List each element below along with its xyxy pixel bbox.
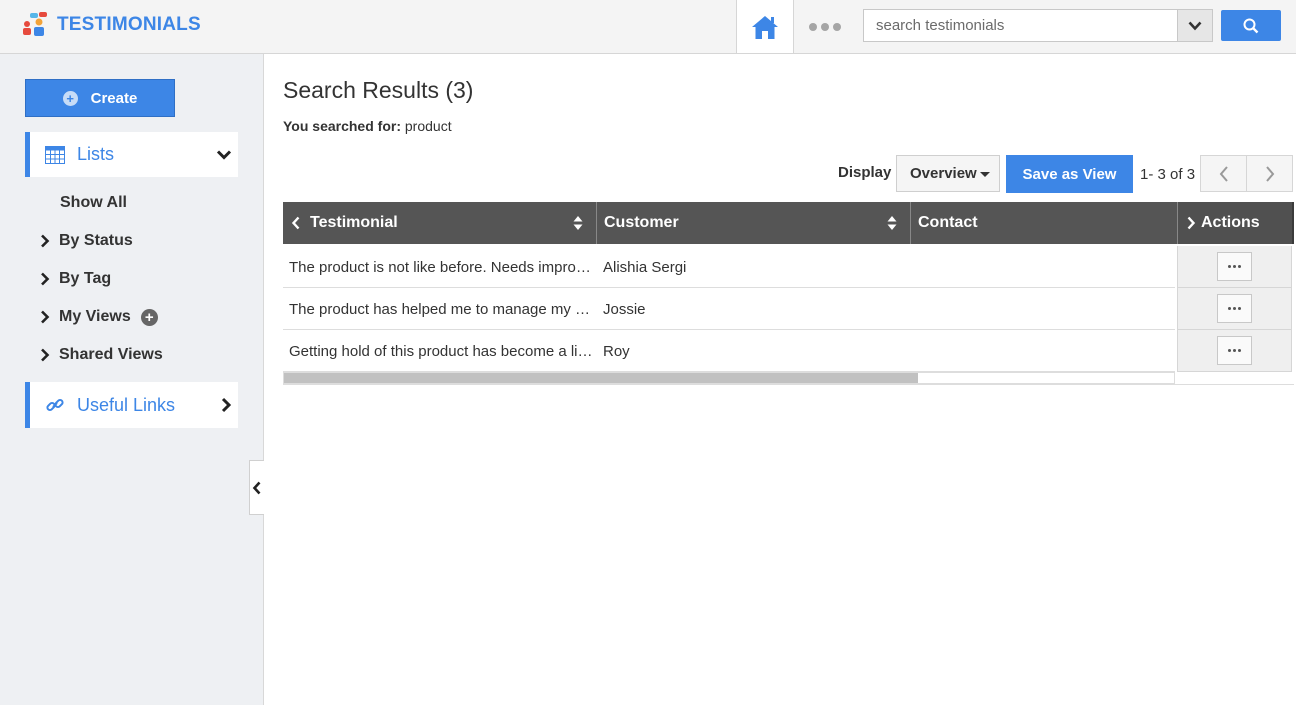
customer-cell: Jossie [603,301,646,318]
brand[interactable]: TESTIMONIALS [22,12,201,38]
display-label: Display [838,164,892,181]
chevron-left-icon [291,216,300,230]
save-as-view-button[interactable]: Save as View [1006,155,1133,193]
horizontal-scrollbar[interactable] [283,372,1175,384]
search-box [863,9,1213,42]
pagination-text: 1- 3 of 3 [1140,166,1196,183]
customer-cell: Roy [603,343,630,360]
search-input[interactable] [864,10,1178,41]
useful-links-panel[interactable]: Useful Links [25,382,238,428]
chevron-right-icon [41,348,50,362]
create-button[interactable]: + Create [25,79,175,117]
chevron-right-icon [221,397,232,413]
search-query-summary: You searched for: product [283,118,452,134]
lists-label: Lists [77,144,115,164]
actions-cell [1177,288,1292,330]
search-dropdown-button[interactable] [1177,10,1212,41]
contact-cell [917,246,1167,288]
more-options-icon[interactable] [809,18,841,36]
sidebar: + Create Lists Show All By Status By Tag… [0,54,264,705]
sidebar-item-shared-views[interactable]: Shared Views [40,346,163,364]
testimonial-cell[interactable]: The product is not like before. Needs im… [289,246,593,288]
contact-cell [917,330,1167,372]
next-page-button[interactable] [1246,155,1293,192]
row-actions-button[interactable] [1217,336,1252,365]
sidebar-item-my-views[interactable]: My Views + [40,308,158,326]
contact-cell [917,288,1167,330]
column-header-customer[interactable]: Customer [597,202,911,244]
scrollbar-thumb[interactable] [284,373,918,383]
sidebar-item-show-all[interactable]: Show All [60,194,127,212]
link-icon [46,398,64,412]
actions-cell [1177,246,1292,288]
chevron-down-icon [1188,21,1202,30]
table-icon [45,145,65,164]
display-select[interactable]: Overview [896,155,1000,192]
chevron-right-icon [41,272,50,286]
add-view-icon[interactable]: + [140,308,158,326]
row-actions-button[interactable] [1217,294,1252,323]
search-icon [1243,18,1259,33]
searched-for-label: You searched for: [283,118,401,134]
table-row[interactable]: Getting hold of this product has become … [283,330,1175,372]
page-title: Search Results (3) [283,77,474,103]
collapse-sidebar-button[interactable] [249,460,264,515]
caret-down-icon [980,172,990,177]
create-label: Create [90,89,138,107]
useful-links-label: Useful Links [77,394,176,415]
top-bar: TESTIMONIALS [0,0,1296,54]
sidebar-item-by-status[interactable]: By Status [40,232,133,250]
chevron-right-icon [1265,165,1274,182]
customer-cell: Alishia Sergi [603,259,687,276]
home-button[interactable] [736,0,794,53]
display-value: Overview [910,165,977,182]
sort-icon[interactable] [573,215,583,231]
chevron-right-icon [1187,216,1196,230]
table-header: Testimonial Customer Contact Actions [283,202,1294,244]
previous-page-button[interactable] [1200,155,1247,192]
table-bottom-border [283,384,1294,385]
chevron-right-icon [41,310,50,324]
sort-icon[interactable] [887,215,897,231]
searched-for-value: product [404,118,452,134]
plus-circle-icon: + [62,90,78,106]
app-title: TESTIMONIALS [57,14,201,35]
table-row[interactable]: The product has helped me to manage my w… [283,288,1175,330]
sidebar-item-by-tag[interactable]: By Tag [40,270,111,288]
chevron-down-icon [216,149,232,160]
testimonials-logo-icon [23,12,47,36]
testimonial-cell[interactable]: Getting hold of this product has become … [289,330,593,372]
chevron-left-icon [1219,165,1228,182]
lists-panel[interactable]: Lists [25,132,238,177]
search-button[interactable] [1221,10,1281,41]
chevron-left-icon [252,481,261,494]
testimonial-cell[interactable]: The product has helped me to manage my w… [289,288,593,330]
actions-cell [1177,330,1292,372]
column-header-testimonial[interactable]: Testimonial [283,202,597,244]
chevron-right-icon [41,234,50,248]
table-row[interactable]: The product is not like before. Needs im… [283,246,1175,288]
row-actions-button[interactable] [1217,252,1252,281]
column-header-actions[interactable]: Actions [1177,202,1294,244]
column-header-contact[interactable]: Contact [911,202,1177,244]
home-icon [752,15,778,39]
